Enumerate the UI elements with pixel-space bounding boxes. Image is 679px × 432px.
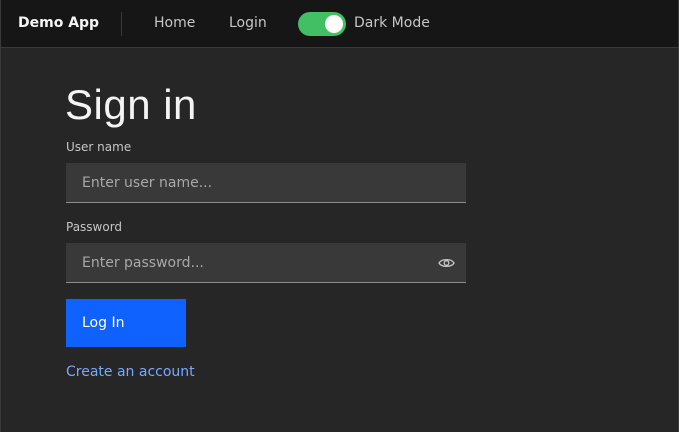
show-password-button[interactable] xyxy=(433,252,459,274)
username-input[interactable] xyxy=(66,163,466,203)
login-button[interactable]: Log In xyxy=(66,299,186,347)
nav-home-link[interactable]: Home xyxy=(154,0,195,47)
nav-login-link[interactable]: Login xyxy=(229,0,267,47)
toggle-knob xyxy=(325,15,343,33)
eye-icon xyxy=(437,258,455,268)
dark-mode-label: Dark Mode xyxy=(354,15,430,31)
page-title: Sign in xyxy=(65,81,197,128)
app-header: Demo App Home Login Dark Mode xyxy=(1,0,678,48)
password-label: Password xyxy=(66,220,123,234)
brand-name[interactable]: Demo App xyxy=(18,0,99,47)
create-account-link[interactable]: Create an account xyxy=(66,363,195,381)
password-input[interactable] xyxy=(66,243,466,283)
dark-mode-toggle[interactable] xyxy=(298,12,346,36)
header-divider xyxy=(121,12,122,36)
page: Demo App Home Login Dark Mode Sign in Us… xyxy=(0,0,679,432)
username-label: User name xyxy=(66,140,132,154)
